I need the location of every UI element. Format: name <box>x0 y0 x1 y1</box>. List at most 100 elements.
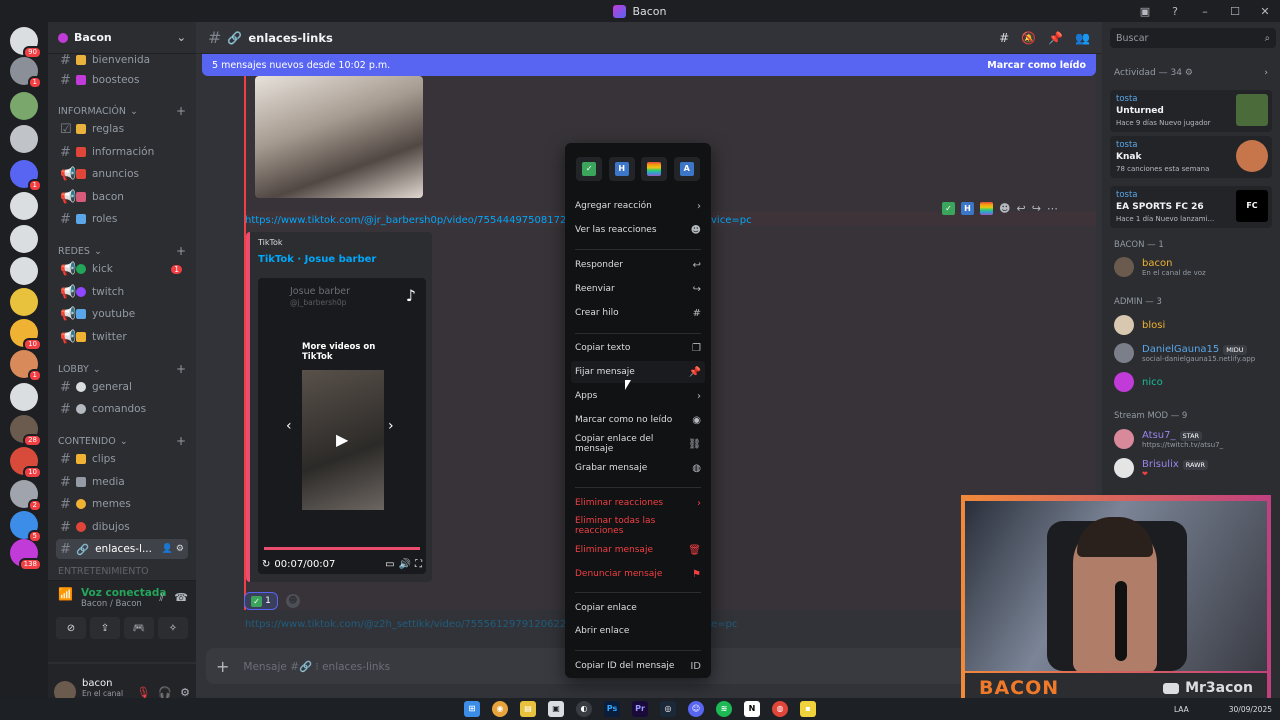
menu-item-responder[interactable]: Responder ↩ <box>571 254 705 276</box>
add-reaction-icon[interactable]: ☻ <box>999 202 1010 215</box>
menu-item-agregar-reacci-n[interactable]: Agregar reacción › <box>571 195 705 217</box>
add-attachment-icon[interactable]: + <box>216 657 229 676</box>
member-item[interactable]: bacon En el canal de voz <box>1114 255 1274 279</box>
server-icon[interactable] <box>10 288 38 316</box>
minimize-button[interactable]: – <box>1190 5 1220 18</box>
discord-icon[interactable]: ☺ <box>688 701 704 717</box>
windows-start-icon[interactable]: ⊞ <box>464 701 480 717</box>
voice-location[interactable]: Bacon / Bacon <box>81 599 167 609</box>
channel-general[interactable]: # general <box>56 377 188 397</box>
pin-icon[interactable]: 📌 <box>1048 31 1063 45</box>
chevron-right-icon[interactable]: › <box>1264 68 1268 78</box>
disconnect-icon[interactable]: ☎ <box>174 591 188 605</box>
menu-item-fijar-mensaje[interactable]: Fijar mensaje 📌 <box>571 361 705 383</box>
message-link-tail[interactable]: e=pc <box>711 619 737 630</box>
menu-item-apps[interactable]: Apps › <box>571 385 705 407</box>
embed-title[interactable]: TikTok · Josue barber <box>258 254 376 265</box>
category-informacion[interactable]: INFORMACIÓN ⌄ + <box>58 104 186 118</box>
spotify-icon[interactable]: ≋ <box>716 701 732 717</box>
mark-read-button[interactable]: Marcar como leído <box>987 60 1086 71</box>
channel-comandos[interactable]: # comandos <box>56 399 188 419</box>
menu-item-copiar-texto[interactable]: Copiar texto ❐ <box>571 337 705 359</box>
channel-kick[interactable]: 📢 kick 1 <box>56 259 188 279</box>
signal-icon[interactable]: 📶 <box>58 587 73 609</box>
category-contenido[interactable]: CONTENIDO ⌄ + <box>58 434 186 448</box>
category-redes[interactable]: REDES ⌄ + <box>58 244 186 258</box>
threads-icon[interactable]: # <box>999 31 1009 45</box>
server-icon[interactable]: 2 <box>10 480 42 512</box>
add-channel-icon[interactable]: + <box>176 104 186 118</box>
category-lobby[interactable]: LOBBY ⌄ + <box>58 362 186 376</box>
menu-item-marcar-como-no-le-do[interactable]: Marcar como no leído ◉ <box>571 409 705 431</box>
noise-suppression-icon[interactable]: ⫽ <box>159 591 164 605</box>
file-explorer-icon[interactable]: ▤ <box>520 701 536 717</box>
activity-card[interactable]: tosta EA SPORTS FC 26 Hace 1 día Nuevo l… <box>1110 186 1272 228</box>
menu-item-eliminar-reacciones[interactable]: Eliminar reacciones › <box>571 492 705 514</box>
soundboard-icon[interactable]: ✧ <box>158 617 188 639</box>
channel-dibujos[interactable]: # dibujos <box>56 517 188 537</box>
add-channel-icon[interactable]: + <box>176 362 186 376</box>
channel-twitch[interactable]: 📢 twitch <box>56 282 188 302</box>
menu-item-denunciar-mensaje[interactable]: Denunciar mensaje ⚑ <box>571 563 705 585</box>
member-item[interactable]: blosi <box>1114 313 1274 337</box>
menu-item-crear-hilo[interactable]: Crear hilo # <box>571 302 705 324</box>
camera-off-icon[interactable]: ⊘ <box>56 617 86 639</box>
tiktok-player[interactable]: Josue barber @j_barbersh0p ♪ More videos… <box>258 278 426 574</box>
activity-icon[interactable]: 🎮 <box>124 617 154 639</box>
menu-item-copiar-id-del-mensaje[interactable]: Copiar ID del mensaje ID <box>571 655 705 677</box>
guild-header[interactable]: Bacon ⌄ <box>48 22 196 54</box>
quick-reaction-rainbow[interactable] <box>641 157 668 181</box>
menu-item-ver-las-reacciones[interactable]: Ver las reacciones ☻ <box>571 219 705 241</box>
channel-roles[interactable]: # roles <box>56 209 188 229</box>
chrome-icon[interactable]: ◉ <box>492 701 508 717</box>
server-icon[interactable]: 1 <box>10 57 42 89</box>
member-list-icon[interactable]: 👥 <box>1075 31 1090 45</box>
channel-youtube[interactable]: 📢 youtube <box>56 304 188 324</box>
channel-media[interactable]: # media <box>56 472 188 492</box>
inbox-icon[interactable]: ▣ <box>1130 5 1160 18</box>
mute-icon[interactable]: 🎙 <box>136 686 150 699</box>
server-icon[interactable] <box>10 125 38 153</box>
menu-item-eliminar-mensaje[interactable]: Eliminar mensaje 🗑 <box>571 539 705 561</box>
search-input[interactable]: Buscar ⌕ <box>1110 28 1276 48</box>
photoshop-icon[interactable]: Ps <box>604 701 620 717</box>
server-icon[interactable]: 138 <box>10 539 42 571</box>
premiere-icon[interactable]: Pr <box>632 701 648 717</box>
more-icon[interactable]: ⋯ <box>1047 202 1058 215</box>
replay-icon[interactable]: ↻ <box>262 559 270 570</box>
server-icon[interactable]: 10 <box>10 447 42 479</box>
menu-item-abrir-enlace[interactable]: Abrir enlace <box>571 620 705 642</box>
next-arrow-icon[interactable]: › <box>388 418 394 434</box>
server-icon[interactable] <box>10 383 38 411</box>
server-icon[interactable]: 1 <box>10 350 42 382</box>
notifications-icon[interactable]: 🔕 <box>1021 31 1036 45</box>
prev-arrow-icon[interactable]: ‹ <box>286 418 292 434</box>
server-icon[interactable]: 1 <box>10 160 42 192</box>
server-icon[interactable]: 28 <box>10 415 42 447</box>
browser-icon[interactable]: ◍ <box>772 701 788 717</box>
fullscreen-icon[interactable]: ⛶ <box>415 559 422 570</box>
quick-reaction-h[interactable]: H <box>608 157 635 181</box>
play-icon[interactable]: ▶ <box>336 430 348 449</box>
channel-twitter[interactable]: 📢 twitter <box>56 327 188 347</box>
menu-item-copiar-enlace[interactable]: Copiar enlace <box>571 597 705 619</box>
channel-settings-icon[interactable]: 👤 ⚙ <box>162 544 184 554</box>
message-link-tail[interactable]: vice=pc <box>711 215 752 226</box>
reply-icon[interactable]: ↩ <box>1016 202 1025 215</box>
add-reaction-icon[interactable]: ☻ <box>286 594 300 608</box>
member-item[interactable]: nico <box>1114 370 1274 394</box>
channel-bienvenida[interactable]: # bienvenida <box>56 54 188 70</box>
composer-placeholder[interactable]: Mensaje #🔗 ⁝ enlaces-links <box>243 660 390 673</box>
channel-bacon[interactable]: 📢 bacon <box>56 187 188 207</box>
activity-header[interactable]: Actividad — 34 ⚙ › <box>1114 68 1268 78</box>
new-messages-bar[interactable]: 5 mensajes nuevos desde 10:02 p.m. Marca… <box>202 54 1096 76</box>
menu-item-eliminar-todas-las-reacciones[interactable]: Eliminar todas las reacciones <box>571 515 705 537</box>
forward-icon[interactable]: ↪ <box>1032 202 1041 215</box>
category-entretenimiento[interactable]: ENTRETENIMIENTO <box>58 566 186 577</box>
language-indicator[interactable]: LAA <box>1174 705 1189 714</box>
check-reaction-icon[interactable]: ✓ <box>942 201 955 215</box>
member-item[interactable]: Atsu7_ STAR https://twitch.tv/atsu7_ <box>1114 427 1274 451</box>
clock-date[interactable]: 30/09/2025 <box>1229 705 1272 714</box>
channel-boosteos[interactable]: # boosteos <box>56 70 188 90</box>
member-item[interactable]: Brisulix RAWR ❤ <box>1114 456 1274 480</box>
